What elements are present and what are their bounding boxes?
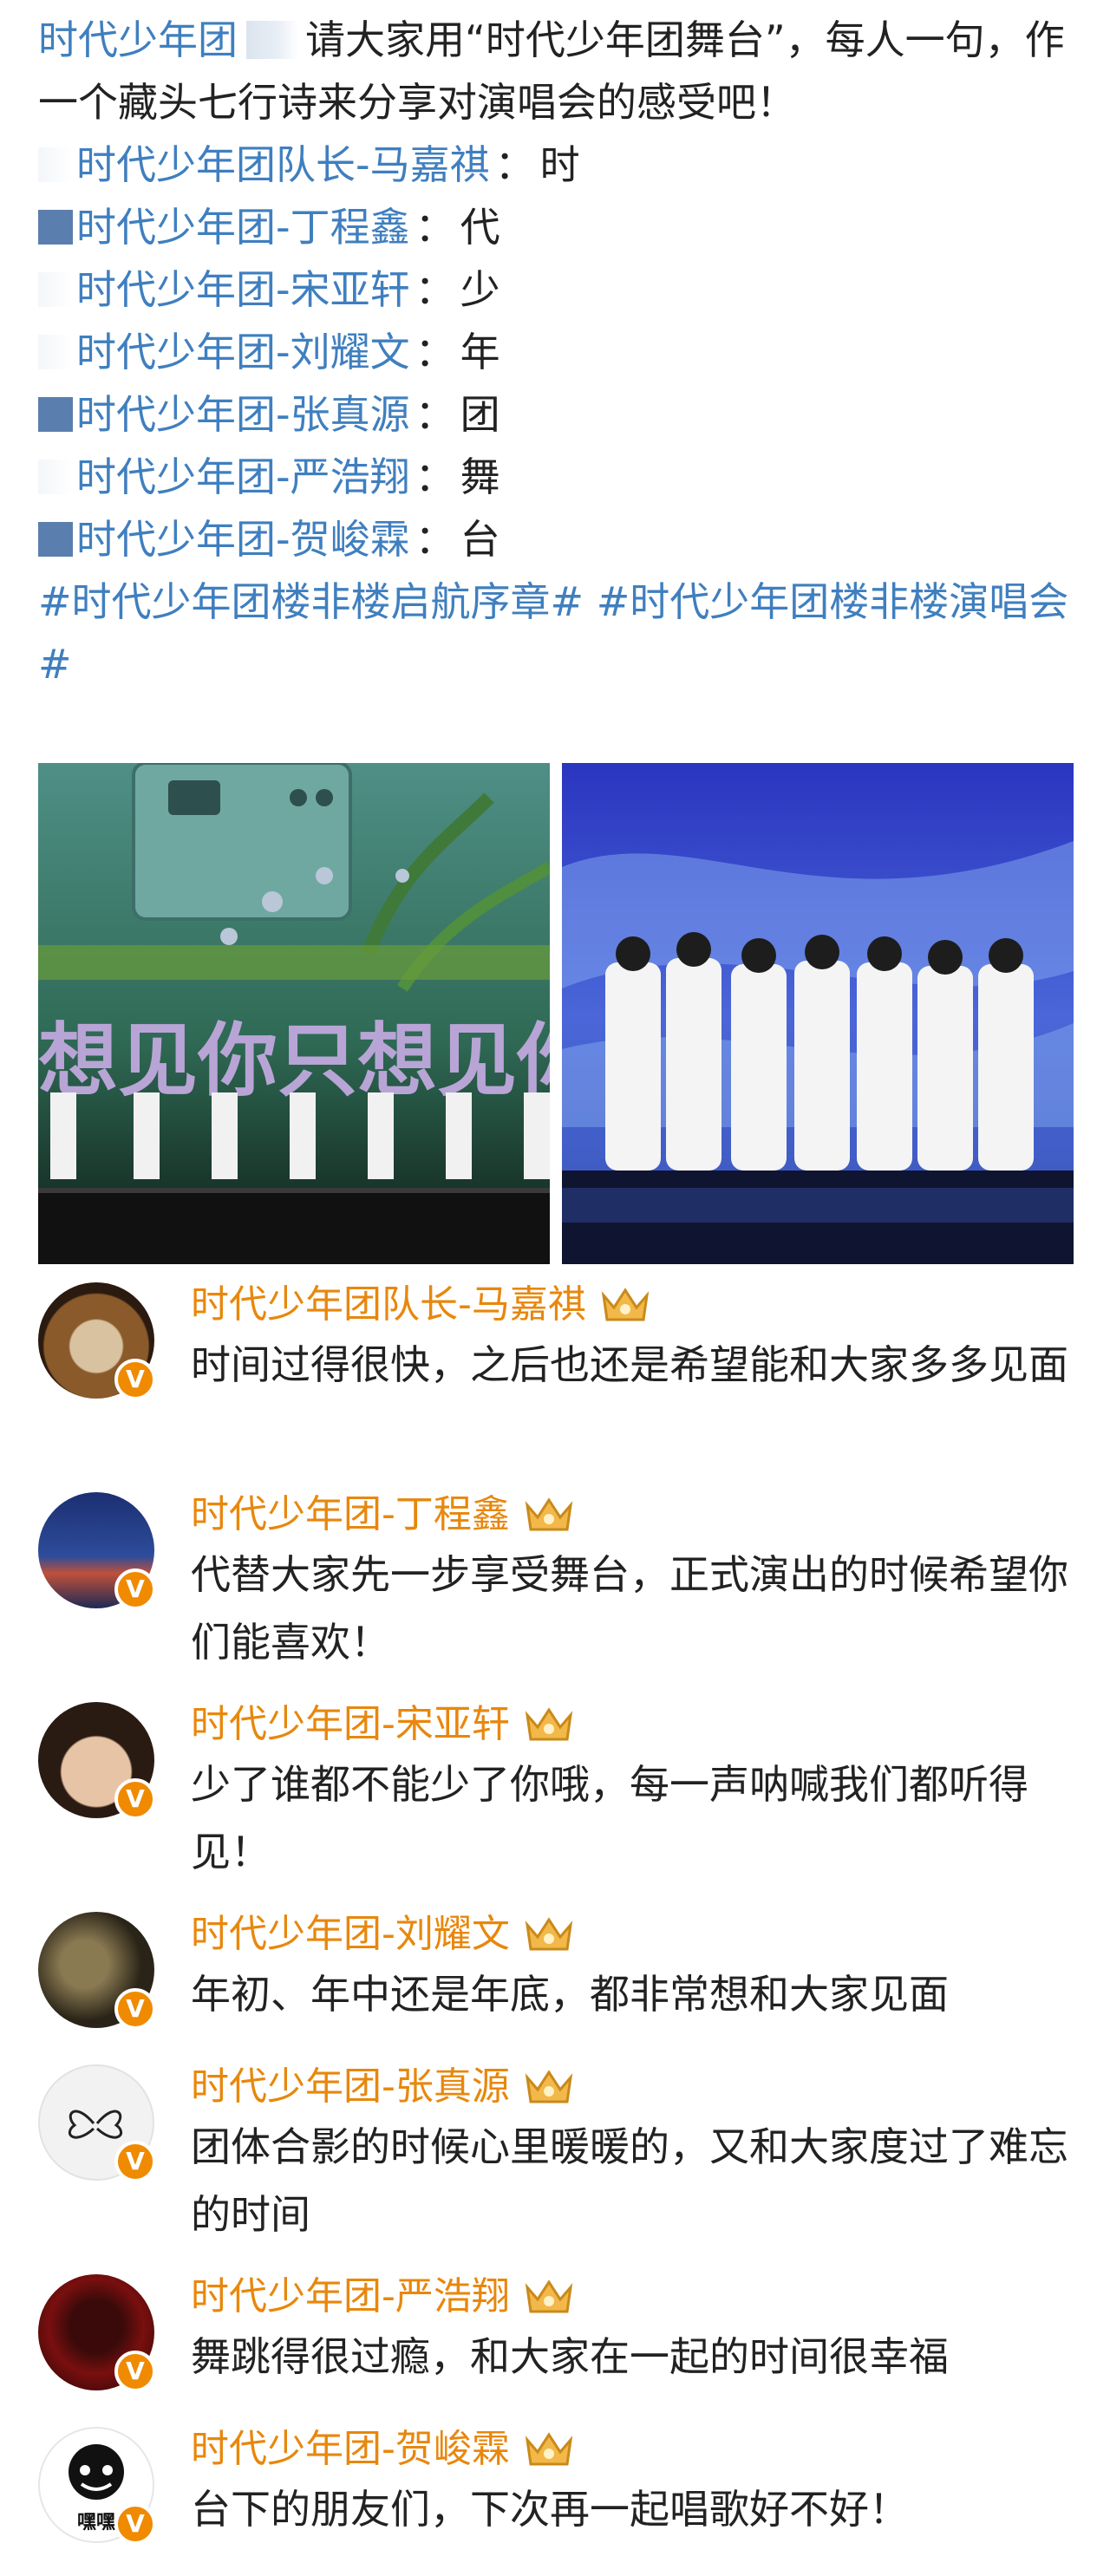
colon: ： — [415, 329, 455, 375]
comment-item: V 时代少年团-张真源 团体合影的时候心里暖暖的，又和大家度过了难忘的时间 — [38, 2061, 1079, 2271]
acrostic-char: 舞 — [460, 453, 500, 500]
colon: ： — [494, 141, 535, 188]
comment-item: V 时代少年团-丁程鑫 代替大家先一步享受舞台，正式演出的时候希望你们能喜欢！ — [38, 1489, 1079, 1699]
verified-badge-icon: V — [114, 2351, 156, 2392]
verified-badge-icon: V — [114, 2503, 156, 2545]
commenter-name-link[interactable]: 时代少年团-刘耀文 — [191, 1908, 510, 1960]
verified-badge-icon: V — [114, 1568, 156, 1610]
acrostic-char: 时 — [539, 141, 580, 188]
colon: ： — [415, 453, 455, 500]
member-mention-link[interactable]: 时代少年团-宋亚轩 — [76, 266, 410, 313]
avatar[interactable]: V — [38, 1702, 156, 1820]
commenter-name-link[interactable]: 时代少年团-丁程鑫 — [191, 1489, 510, 1541]
poem-line: 时代少年团-宋亚轩：少 — [38, 258, 1079, 321]
comment-text: 年初、年中还是年底，都非常想和大家见面 — [191, 1971, 949, 2018]
verified-badge-icon: V — [114, 2141, 156, 2182]
commenter-name-link[interactable]: 时代少年团-宋亚轩 — [191, 1699, 510, 1751]
redaction-mark-icon — [38, 210, 73, 245]
comment-list: V 时代少年团队长-马嘉祺 时间过得很快，之后也还是希望能和大家多多见面 V 时… — [38, 1279, 1079, 2576]
stage-photo-2[interactable] — [562, 763, 1074, 1264]
poem-line: 时代少年团队长-马嘉祺：时 — [38, 134, 1079, 196]
acrostic-char: 台 — [460, 516, 500, 563]
crown-badge-icon — [525, 1917, 573, 1951]
poem-line: 时代少年团-张真源：团 — [38, 383, 1079, 446]
poem-line: 时代少年团-贺峻霖：台 — [38, 508, 1079, 571]
verified-badge-icon: V — [114, 1778, 156, 1820]
comment-text: 少了谁都不能少了你哦，每一声呐喊我们都听得见！ — [191, 1761, 1028, 1875]
redaction-mark-icon — [38, 147, 73, 182]
commenter-name-link[interactable]: 时代少年团-严浩翔 — [191, 2271, 510, 2323]
poem-line: 时代少年团-刘耀文：年 — [38, 321, 1079, 383]
hashtags-link[interactable]: #时代少年团楼非楼启航序章# #时代少年团楼非楼演唱会# — [38, 571, 1079, 695]
comment-item: V 时代少年团-严浩翔 舞跳得很过瘾，和大家在一起的时间很幸福 — [38, 2271, 1079, 2423]
commenter-name-link[interactable]: 时代少年团-贺峻霖 — [191, 2423, 510, 2475]
stage-photo-1[interactable]: 想见你只想见你 — [38, 763, 550, 1264]
crown-badge-icon — [525, 1707, 573, 1741]
member-mention-link[interactable]: 时代少年团-贺峻霖 — [76, 516, 410, 563]
blurred-avatar-icon — [246, 21, 298, 59]
avatar[interactable]: V — [38, 1492, 156, 1610]
avatar[interactable]: V — [38, 1912, 156, 2030]
poem-line: 时代少年团-丁程鑫：代 — [38, 196, 1079, 258]
member-mention-link[interactable]: 时代少年团-刘耀文 — [76, 329, 410, 375]
weibo-post: 时代少年团 请大家用“时代少年团舞台”，每人一句，作一个藏头七行诗来分享对演唱会的… — [38, 0, 1079, 695]
acrostic-char: 团 — [460, 391, 500, 438]
acrostic-char: 年 — [460, 329, 500, 375]
member-mention-link[interactable]: 时代少年团-张真源 — [76, 391, 410, 438]
comment-text: 代替大家先一步享受舞台，正式演出的时候希望你们能喜欢！ — [191, 1551, 1068, 1666]
member-mention-link[interactable]: 时代少年团-严浩翔 — [76, 453, 410, 500]
commenter-name-link[interactable]: 时代少年团-张真源 — [191, 2061, 510, 2113]
comment-item: V 时代少年团-刘耀文 年初、年中还是年底，都非常想和大家见面 — [38, 1908, 1079, 2061]
crown-badge-icon — [525, 2279, 573, 2313]
avatar[interactable]: V — [38, 2064, 156, 2182]
commenter-name-link[interactable]: 时代少年团队长-马嘉祺 — [191, 1279, 586, 1331]
colon: ： — [415, 266, 455, 313]
member-mention-link[interactable]: 时代少年团-丁程鑫 — [76, 204, 410, 251]
redaction-mark-icon — [38, 272, 73, 307]
comment-item: V 时代少年团-宋亚轩 少了谁都不能少了你哦，每一声呐喊我们都听得见！ — [38, 1699, 1079, 1908]
crown-badge-icon — [525, 2070, 573, 2103]
redaction-mark-icon — [38, 335, 73, 369]
photo-grid: 想见你只想见你 — [38, 763, 1074, 1264]
comment-text: 台下的朋友们，下次再一起唱歌好不好！ — [191, 2486, 909, 2533]
comment-text: 团体合影的时候心里暖暖的，又和大家度过了难忘的时间 — [191, 2123, 1068, 2238]
colon: ： — [415, 204, 455, 251]
redaction-mark-icon — [38, 522, 73, 557]
redaction-mark-icon — [38, 460, 73, 494]
verified-badge-icon: V — [114, 1359, 156, 1400]
acrostic-char: 少 — [460, 266, 500, 313]
verified-badge-icon: V — [114, 1988, 156, 2030]
avatar[interactable]: V — [38, 1282, 156, 1400]
avatar[interactable]: V — [38, 2274, 156, 2392]
colon: ： — [415, 516, 455, 563]
poem-lines: 时代少年团队长-马嘉祺：时 时代少年团-丁程鑫：代 时代少年团-宋亚轩：少 时代… — [38, 134, 1079, 571]
avatar[interactable]: 嘿嘿 V — [38, 2427, 156, 2545]
comment-item: 嘿嘿 V 时代少年团-贺峻霖 台下的朋友们，下次再一起唱歌好不好！ — [38, 2423, 1079, 2576]
poem-line: 时代少年团-严浩翔：舞 — [38, 446, 1079, 508]
comment-text: 舞跳得很过瘾，和大家在一起的时间很幸福 — [191, 2333, 949, 2380]
member-mention-link[interactable]: 时代少年团队长-马嘉祺 — [76, 141, 490, 188]
post-intro: 时代少年团 请大家用“时代少年团舞台”，每人一句，作一个藏头七行诗来分享对演唱会的… — [38, 9, 1079, 134]
colon: ： — [415, 391, 455, 438]
comment-text: 时间过得很快，之后也还是希望能和大家多多见面 — [191, 1341, 1068, 1388]
redaction-mark-icon — [38, 397, 73, 432]
crown-badge-icon — [601, 1288, 650, 1321]
comment-item: V 时代少年团队长-马嘉祺 时间过得很快，之后也还是希望能和大家多多见面 — [38, 1279, 1079, 1489]
acrostic-char: 代 — [460, 204, 500, 251]
author-mention-link[interactable]: 时代少年团 — [38, 16, 238, 63]
crown-badge-icon — [525, 1497, 573, 1531]
crown-badge-icon — [525, 2432, 573, 2466]
